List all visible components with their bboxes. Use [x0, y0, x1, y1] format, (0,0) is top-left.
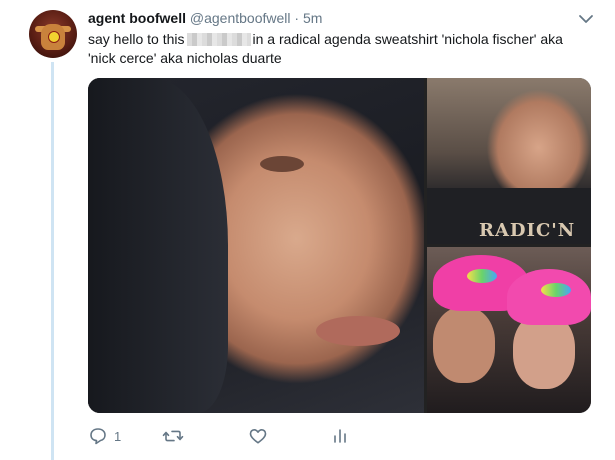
- chevron-down-icon[interactable]: [577, 10, 595, 28]
- photo-main-hood: [88, 78, 228, 413]
- heart-icon: [249, 429, 267, 444]
- retweet-icon: [162, 430, 184, 442]
- thread-line: [51, 62, 54, 460]
- pink-hat-right: [507, 269, 591, 325]
- reply-button[interactable]: 1: [88, 426, 121, 446]
- photo-top-right[interactable]: RADIC'N: [427, 78, 591, 244]
- reply-icon: [90, 428, 106, 445]
- timestamp[interactable]: 5m: [303, 10, 322, 26]
- user-handle[interactable]: @agentboofwell: [190, 10, 291, 26]
- media-grid: RADIC'N: [88, 78, 591, 413]
- retweet-button[interactable]: [162, 426, 190, 446]
- separator-dot: ·: [294, 10, 300, 26]
- avatar[interactable]: [29, 10, 77, 58]
- display-name[interactable]: agent boofwell: [88, 10, 186, 26]
- analytics-button[interactable]: [330, 426, 350, 446]
- photo-bottom-right[interactable]: [427, 247, 591, 413]
- redacted-name: [186, 33, 251, 46]
- photo-face-left: [433, 307, 495, 383]
- photo-main[interactable]: [88, 78, 424, 413]
- tweet-header: agent boofwell @agentboofwell · 5m: [88, 9, 322, 27]
- tweet-text-part1: say hello to this: [88, 31, 185, 47]
- photo-main-eye: [260, 156, 304, 172]
- hat-rainbow-right: [541, 283, 571, 297]
- like-button[interactable]: [248, 426, 274, 446]
- avatar-emblem: [48, 31, 60, 43]
- sweatshirt-text: RADIC'N: [479, 220, 576, 241]
- reply-count: 1: [114, 428, 122, 444]
- analytics-icon: [334, 429, 346, 443]
- tweet-text: say hello to this in a radical agenda swe…: [88, 30, 588, 68]
- photo-main-mouth: [316, 316, 400, 346]
- hat-rainbow-left: [467, 269, 497, 283]
